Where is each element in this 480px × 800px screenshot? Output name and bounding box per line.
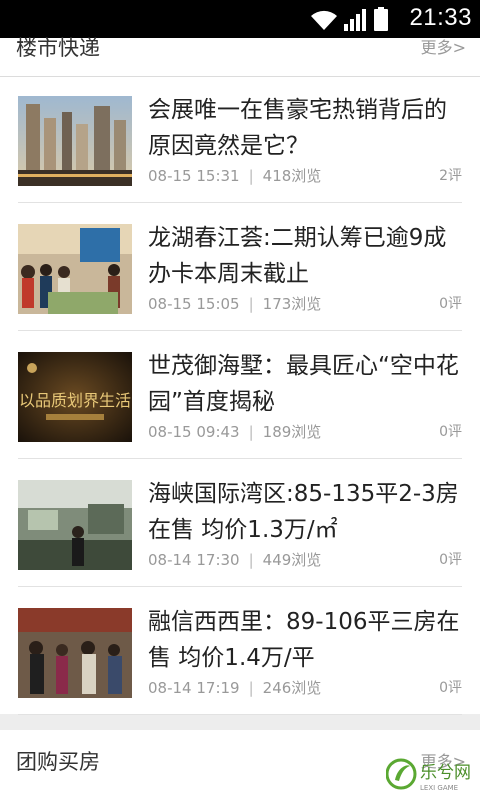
news-time: 08-15 15:31 (148, 167, 240, 185)
news-meta: 08-15 09:43 | 189浏览 (148, 423, 322, 441)
watermark-logo: 乐兮网 LEXI GAME (385, 754, 476, 796)
news-views: 189浏览 (262, 423, 322, 441)
news-thumbnail (18, 608, 132, 698)
news-time: 08-14 17:30 (148, 551, 240, 569)
news-comments: 2评 (439, 168, 462, 184)
section-title: 团购买房 (16, 750, 100, 774)
thumbnail-caption: 以品质划界生活 (19, 391, 131, 410)
news-meta: 08-14 17:19 | 246浏览 (148, 679, 322, 697)
news-views: 246浏览 (262, 679, 322, 697)
news-thumbnail: 以品质划界生活 (18, 352, 132, 442)
news-item[interactable]: 海峡国际湾区:85-135平2-3房在售 均价1.3万/㎡ 08-14 17:3… (18, 460, 462, 587)
news-views: 418浏览 (262, 167, 322, 185)
more-link[interactable]: 更多> (421, 34, 466, 58)
news-title: 海峡国际湾区:85-135平2-3房在售 均价1.3万/㎡ (148, 481, 459, 543)
watermark-subtext: LEXI GAME (420, 784, 458, 792)
news-item[interactable]: 以品质划界生活 世茂御海墅：最具匠心“空中花园”首度揭秘 08-15 09:43… (18, 332, 462, 459)
news-title: 世茂御海墅：最具匠心“空中花园”首度揭秘 (148, 353, 459, 415)
news-thumbnail (18, 480, 132, 570)
news-meta: 08-15 15:31 | 418浏览 (148, 167, 322, 185)
signal-icon (344, 9, 366, 31)
section-title: 楼市快递 (16, 36, 100, 60)
news-time: 08-15 09:43 (148, 423, 240, 441)
news-title: 会展唯一在售豪宅热销背后的原因竟然是它？ (148, 97, 447, 159)
news-time: 08-15 15:05 (148, 295, 240, 313)
news-meta: 08-15 15:05 | 173浏览 (148, 295, 322, 313)
news-comments: 0评 (439, 680, 462, 696)
wifi-icon (311, 10, 337, 30)
news-title: 融信西西里：89-106平三房在售 均价1.4万/平 (148, 609, 460, 671)
news-title: 龙湖春江荟:二期认筹已逾9成 办卡本周末截止 (148, 225, 447, 287)
news-comments: 0评 (439, 424, 462, 440)
news-item[interactable]: 龙湖春江荟:二期认筹已逾9成 办卡本周末截止 08-15 15:05 | 173浏览… (18, 204, 462, 331)
news-comments: 0评 (439, 552, 462, 568)
news-comments: 0评 (439, 296, 462, 312)
news-item[interactable]: 融信西西里：89-106平三房在售 均价1.4万/平 08-14 17:19 | 2… (18, 588, 462, 715)
watermark-text: 乐兮网 (420, 763, 471, 783)
news-thumbnail (18, 96, 132, 186)
battery-icon (374, 7, 388, 31)
news-meta: 08-14 17:30 | 449浏览 (148, 551, 322, 569)
news-views: 449浏览 (262, 551, 322, 569)
news-time: 08-14 17:19 (148, 679, 240, 697)
news-views: 173浏览 (262, 295, 322, 313)
status-time: 21:33 (409, 4, 472, 31)
news-item[interactable]: 会展唯一在售豪宅热销背后的原因竟然是它？ 08-15 15:31 | 418浏览 2… (18, 76, 462, 203)
news-thumbnail (18, 224, 132, 314)
status-icons (310, 7, 388, 31)
news-panel: 楼市快递 更多> 会展唯一在售豪宅热销背后的原因竟然是它？ 08-15 15:3… (0, 36, 480, 715)
section-header: 楼市快递 更多> (0, 36, 480, 77)
